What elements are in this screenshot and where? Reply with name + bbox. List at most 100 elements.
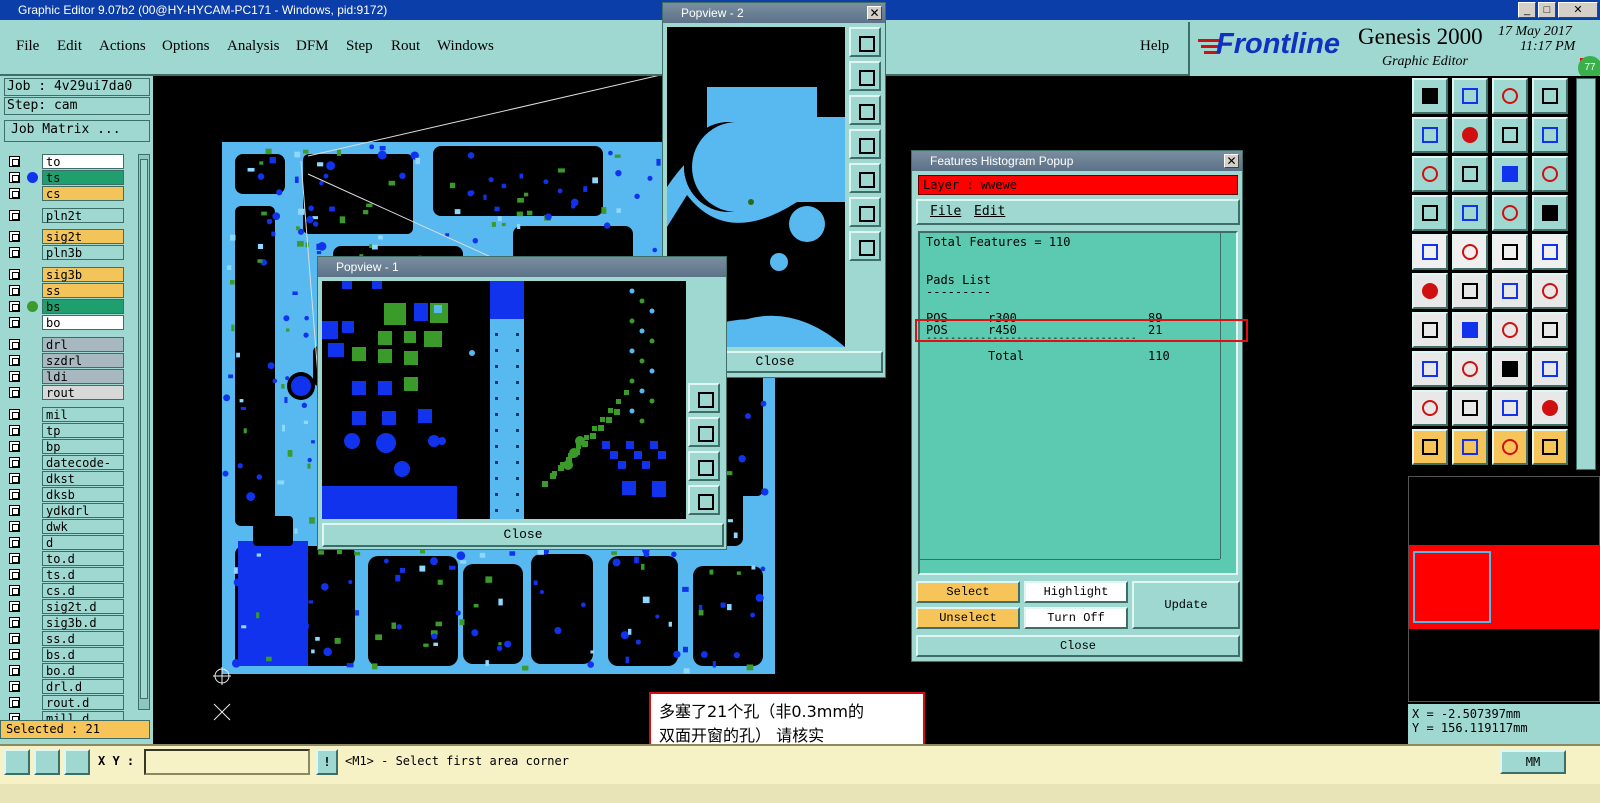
layer-row-dksb[interactable]: dksb — [6, 487, 124, 502]
layer-name[interactable]: ydkdrl — [42, 503, 124, 518]
layer-name[interactable]: d — [42, 535, 124, 550]
layer-row-rout-d[interactable]: rout.d — [6, 695, 124, 710]
layer-checkbox[interactable] — [9, 285, 20, 296]
menu-edit[interactable]: Edit — [57, 38, 82, 55]
layer-name[interactable]: rout — [42, 385, 124, 400]
palette-scrollbar[interactable] — [1576, 78, 1596, 470]
layer-row-rout[interactable]: rout — [6, 385, 124, 400]
route-icon[interactable] — [1492, 273, 1528, 309]
layer-name[interactable]: pln3b — [42, 245, 124, 260]
pad-icon[interactable] — [1412, 351, 1448, 387]
popview-2-pan-down-icon[interactable] — [849, 95, 881, 125]
circle-icon[interactable] — [1532, 234, 1568, 270]
menu-file[interactable]: File — [16, 38, 39, 55]
menu-actions[interactable]: Actions — [99, 38, 146, 55]
histogram-menu-file[interactable]: File — [930, 204, 961, 219]
angle-icon[interactable] — [1412, 312, 1448, 348]
layer-checkbox[interactable] — [9, 247, 20, 258]
popview-2-close-icon[interactable]: ✕ — [867, 6, 882, 20]
line-icon[interactable] — [1452, 312, 1488, 348]
layer-row-ts-d[interactable]: ts.d — [6, 567, 124, 582]
layer-name[interactable]: mil — [42, 407, 124, 422]
layer-checkbox[interactable] — [9, 585, 20, 596]
swap-icon[interactable] — [1492, 117, 1528, 153]
layer-name[interactable]: sig2t.d — [42, 599, 124, 614]
layer-row-ydkdrl[interactable]: ydkdrl — [6, 503, 124, 518]
select-button[interactable]: Select — [916, 581, 1020, 603]
layer-name[interactable]: ts — [42, 170, 124, 185]
ruler-icon[interactable] — [1492, 234, 1528, 270]
grid-icon[interactable] — [64, 749, 90, 775]
layer-name[interactable]: dksb — [42, 487, 124, 502]
undo-icon[interactable] — [1532, 78, 1568, 114]
layer-name[interactable]: to — [42, 154, 124, 169]
layer-name[interactable]: cs — [42, 186, 124, 201]
layer-checkbox[interactable] — [9, 269, 20, 280]
home-icon[interactable] — [1492, 78, 1528, 114]
layer-checkbox[interactable] — [9, 231, 20, 242]
layer-name[interactable]: rout.d — [42, 695, 124, 710]
histogram-close-button[interactable]: Close — [916, 635, 1240, 657]
fit-icon[interactable] — [1412, 156, 1448, 192]
arrow-icon[interactable] — [1492, 390, 1528, 426]
load-icon[interactable] — [1452, 78, 1488, 114]
layer-checkbox[interactable] — [9, 489, 20, 500]
layer-name[interactable]: drl — [42, 337, 124, 352]
layer-name[interactable]: to.d — [42, 551, 124, 566]
layers-icon[interactable] — [1492, 195, 1528, 231]
layer-row-sig3b[interactable]: sig3b — [6, 267, 124, 282]
layer-checkbox[interactable] — [9, 188, 20, 199]
histogram-vertical-scrollbar[interactable] — [1220, 233, 1234, 559]
layer-checkbox[interactable] — [9, 681, 20, 692]
popview-1-zoom-in-icon[interactable] — [688, 451, 720, 481]
minimize-button[interactable]: _ — [1518, 2, 1536, 18]
scale-icon[interactable] — [1492, 156, 1528, 192]
layer-row-sig3b-d[interactable]: sig3b.d — [6, 615, 124, 630]
layer-checkbox[interactable] — [9, 441, 20, 452]
layer-row-tp[interactable]: tp — [6, 423, 124, 438]
histogram-close-icon[interactable]: ✕ — [1224, 154, 1239, 168]
layer-checkbox[interactable] — [9, 473, 20, 484]
menu-windows[interactable]: Windows — [437, 38, 494, 55]
layer-row-ss[interactable]: ss — [6, 283, 124, 298]
layer-name[interactable]: szdrl — [42, 353, 124, 368]
join-icon[interactable] — [1452, 351, 1488, 387]
xy-input[interactable] — [144, 749, 310, 775]
arch-icon[interactable] — [1532, 390, 1568, 426]
layer-checkbox[interactable] — [9, 425, 20, 436]
layer-row-ss-d[interactable]: ss.d — [6, 631, 124, 646]
add-line-icon[interactable] — [1452, 234, 1488, 270]
snap-icon[interactable] — [1532, 195, 1568, 231]
layer-checkbox[interactable] — [9, 339, 20, 350]
popview-2-pan-left-icon[interactable] — [849, 129, 881, 159]
layer-checkbox[interactable] — [9, 569, 20, 580]
grid-icon[interactable] — [1452, 195, 1488, 231]
popview-1-zoom-out-icon[interactable] — [688, 485, 720, 515]
layer-checkbox[interactable] — [9, 505, 20, 516]
layer-name[interactable]: bo.d — [42, 663, 124, 678]
group-icon[interactable] — [1532, 351, 1568, 387]
step-icon[interactable] — [1532, 273, 1568, 309]
layer-name[interactable]: tp — [42, 423, 124, 438]
layer-row-cs[interactable]: cs — [6, 186, 124, 201]
turn-off-button[interactable]: Turn Off — [1024, 607, 1128, 629]
layer-name[interactable]: ts.d — [42, 567, 124, 582]
layer-checkbox[interactable] — [9, 521, 20, 532]
layer-name[interactable]: sig2t — [42, 229, 124, 244]
layer-checkbox[interactable] — [9, 355, 20, 366]
popview-1-pan-right-icon[interactable] — [688, 417, 720, 447]
layer-checkbox[interactable] — [9, 553, 20, 564]
tools-icon[interactable] — [1412, 195, 1448, 231]
layer-name[interactable]: bs — [42, 299, 124, 314]
save-icon[interactable] — [1412, 78, 1448, 114]
menu-rout[interactable]: Rout — [391, 38, 420, 55]
popview-2-pan-up-icon[interactable] — [849, 61, 881, 91]
layer-name[interactable]: sig3b — [42, 267, 124, 282]
histogram-horizontal-scrollbar[interactable] — [920, 559, 1220, 571]
job-matrix-button[interactable]: Job Matrix ... — [4, 120, 150, 142]
add-pad-icon[interactable] — [1412, 234, 1448, 270]
layer-row-dwk[interactable]: dwk — [6, 519, 124, 534]
text-icon[interactable] — [1532, 312, 1568, 348]
move-left-icon[interactable] — [1412, 117, 1448, 153]
layer-row-bp[interactable]: bp — [6, 439, 124, 454]
